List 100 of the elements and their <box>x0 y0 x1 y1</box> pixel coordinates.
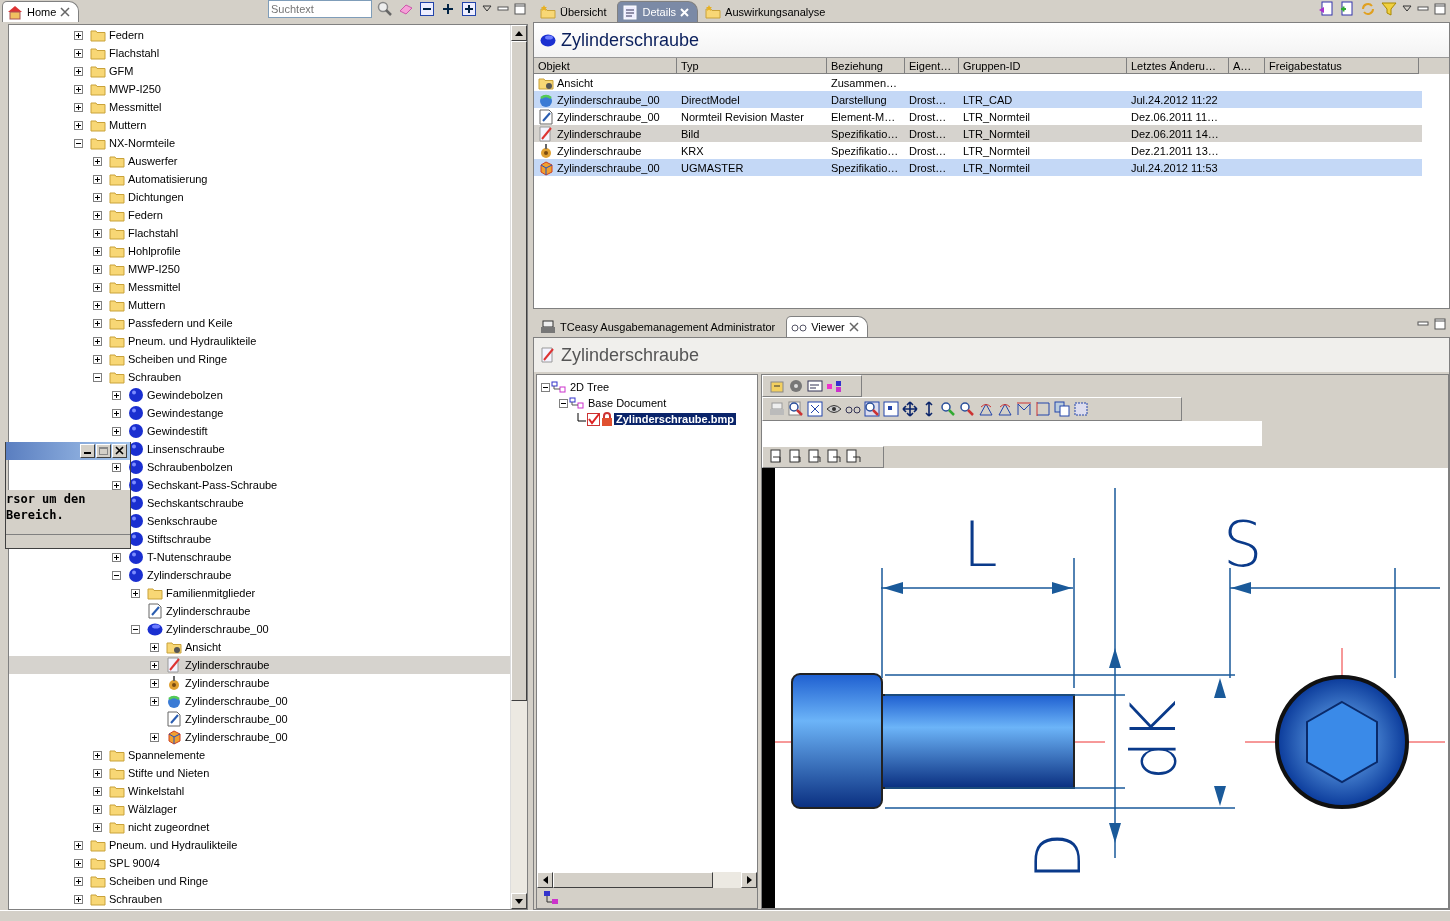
expand-toggle[interactable] <box>111 462 121 472</box>
page-add-icon[interactable] <box>807 449 823 465</box>
tree-item[interactable]: Automatisierung <box>9 170 510 188</box>
expand-toggle[interactable] <box>92 750 102 760</box>
expand-toggle[interactable] <box>92 228 102 238</box>
tree-item[interactable]: T-Nutenschraube <box>9 548 510 566</box>
maximize-button[interactable] <box>96 444 111 458</box>
expand-toggle[interactable] <box>73 102 83 112</box>
zoom-window-icon[interactable] <box>864 401 880 417</box>
tree-item[interactable]: Base Document <box>586 397 669 409</box>
table-row[interactable]: Zylinderschraube_00 UGMASTER Spezifikatio… Drost… LTR_Normteil Jul.24.2012 11:53 <box>534 159 1422 176</box>
tree-item[interactable]: GFM <box>9 62 510 80</box>
fit-frame-icon[interactable] <box>807 401 823 417</box>
maximize-icon[interactable] <box>514 3 526 15</box>
collapse-toggle[interactable] <box>541 382 550 392</box>
expand-icon[interactable] <box>440 1 456 17</box>
scrollbar[interactable] <box>537 872 757 888</box>
frame-icon[interactable] <box>883 401 899 417</box>
expand-toggle[interactable] <box>111 426 121 436</box>
flip-horizontal-icon[interactable] <box>1016 401 1032 417</box>
expand-toggle[interactable] <box>92 174 102 184</box>
tree-item[interactable]: Ansicht <box>9 638 510 656</box>
copy-icon[interactable] <box>1054 401 1070 417</box>
collapse-toggle[interactable] <box>73 138 83 148</box>
expand-toggle[interactable] <box>92 354 102 364</box>
tree-item[interactable]: nicht zugeordnet <box>9 818 510 836</box>
tree-item[interactable]: Zylinderschraube_00 <box>9 728 510 746</box>
expand-toggle[interactable] <box>73 120 83 130</box>
expand-toggle[interactable] <box>73 48 83 58</box>
dropdown-icon[interactable] <box>1402 5 1412 13</box>
expand-toggle[interactable] <box>92 768 102 778</box>
column-header[interactable]: Beziehung <box>827 58 905 74</box>
page-plus-icon[interactable] <box>1339 1 1355 17</box>
tree-item[interactable]: Dichtungen <box>9 188 510 206</box>
expand-toggle[interactable] <box>92 336 102 346</box>
zoom-out-icon[interactable] <box>959 401 975 417</box>
maximize-icon[interactable] <box>1434 318 1446 330</box>
tree-item[interactable]: Zylinderschraube_00 <box>9 710 510 728</box>
page-right-icon[interactable] <box>826 449 842 465</box>
collapse-toggle[interactable] <box>111 570 121 580</box>
tab[interactable]: Viewer <box>786 316 868 337</box>
pages-icon[interactable] <box>845 449 861 465</box>
minimize-icon[interactable] <box>1417 4 1429 14</box>
column-header[interactable]: Objekt <box>534 58 677 74</box>
expand-toggle[interactable] <box>92 282 102 292</box>
tree-item[interactable]: Muttern <box>9 116 510 134</box>
expand-toggle[interactable] <box>73 840 83 850</box>
minimize-button[interactable] <box>80 444 95 458</box>
expand-toggle[interactable] <box>111 480 121 490</box>
expand-toggle[interactable] <box>111 552 121 562</box>
tree-item[interactable]: Auswerfer <box>9 152 510 170</box>
dropdown-icon[interactable] <box>482 5 492 13</box>
tree-item[interactable]: Zylinderschraube.bmp <box>614 413 736 425</box>
tree-item[interactable]: Zylinderschraube <box>9 566 510 584</box>
tree-item[interactable]: Familienmitglieder <box>9 584 510 602</box>
tree-item[interactable]: Schraubenbolzen <box>9 458 510 476</box>
tree-item[interactable]: Messmittel <box>9 98 510 116</box>
expand-toggle[interactable] <box>73 30 83 40</box>
expand-toggle[interactable] <box>92 264 102 274</box>
collapse-all-icon[interactable] <box>419 1 435 17</box>
search-field[interactable]: Suchtext <box>268 0 372 18</box>
close-icon[interactable] <box>848 322 859 332</box>
expand-toggle[interactable] <box>92 804 102 814</box>
scrollbar[interactable] <box>510 25 527 909</box>
tab[interactable]: Home <box>2 1 80 22</box>
select-area-icon[interactable] <box>1073 401 1089 417</box>
table-row[interactable]: Zylinderschraube_00 Normteil Revision Master Element-M… Drost… LTR_Normteil Dez.06.2011 11… <box>534 108 1422 125</box>
tree-item[interactable]: Schrauben <box>9 890 510 908</box>
column-header[interactable]: Freigabestatus <box>1265 58 1419 74</box>
rotate-left-icon[interactable] <box>978 401 994 417</box>
flip-vertical-icon[interactable] <box>1035 401 1051 417</box>
minimize-icon[interactable] <box>497 4 509 14</box>
expand-toggle[interactable] <box>73 894 83 904</box>
collapse-toggle[interactable] <box>130 624 140 634</box>
tree-item[interactable]: Passfedern und Keile <box>9 314 510 332</box>
tree-item[interactable]: SPL 900/4 <box>9 854 510 872</box>
collapse-toggle[interactable] <box>92 372 102 382</box>
tree-item[interactable]: Zylinderschraube <box>9 656 510 674</box>
expand-toggle[interactable] <box>111 408 121 418</box>
tree-item[interactable]: Scheiben und Ringe <box>9 350 510 368</box>
color-blocks-icon[interactable] <box>826 378 842 394</box>
node-tree-icon[interactable] <box>543 890 559 906</box>
column-header[interactable]: Typ <box>677 58 827 74</box>
tree-item[interactable]: MWP-I250 <box>9 80 510 98</box>
tree-item[interactable]: Spannelemente <box>9 746 510 764</box>
tree-item[interactable]: Messmittel <box>9 278 510 296</box>
tree-item[interactable]: Zylinderschraube_00 <box>9 620 510 638</box>
column-header[interactable]: Letztes Änderu… <box>1127 58 1229 74</box>
expand-toggle[interactable] <box>73 84 83 94</box>
column-header[interactable]: Eigent… <box>905 58 959 74</box>
minimize-icon[interactable] <box>1417 319 1429 329</box>
close-button[interactable] <box>112 444 127 458</box>
column-header[interactable]: A… <box>1229 58 1265 74</box>
expand-toggle[interactable] <box>92 786 102 796</box>
table-row[interactable]: Zylinderschraube KRX Spezifikatio… Drost… LTR_Normteil Dez.21.2011 13… <box>534 142 1422 159</box>
tree-item[interactable]: Pneum. und Hydraulikteile <box>9 332 510 350</box>
expand-all-icon[interactable] <box>461 1 477 17</box>
search-icon[interactable] <box>377 1 393 17</box>
tree-item[interactable]: Scheiben und Ringe <box>9 872 510 890</box>
gear-icon[interactable] <box>788 378 804 394</box>
